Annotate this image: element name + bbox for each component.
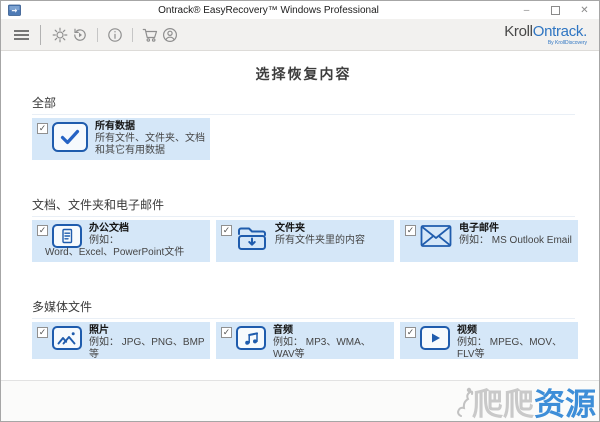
checkbox[interactable]: ✓	[37, 123, 48, 134]
card-email[interactable]: ✓ 电子邮件 例如： MS Outlook Email	[400, 220, 578, 262]
logo-ontrack: Ontrack.	[533, 23, 587, 40]
card-title: 办公文档	[89, 223, 184, 235]
main-content: 选择恢复内容 全部 ✓ 所有数据 所有文件、文件夹、文档和其它有用数据	[1, 64, 599, 359]
footer: 爬爬 资源	[1, 380, 599, 421]
audio-icon	[236, 326, 266, 350]
card-row: ✓ 办公文档 例如： Word、Excel、PowerPoint文件	[32, 220, 575, 262]
card-title: 文件夹	[275, 223, 365, 235]
logo-text: KrollOntrack.	[504, 23, 587, 40]
app-icon	[8, 4, 21, 16]
card-row: ✓ 所有数据 所有文件、文件夹、文档和其它有用数据	[32, 118, 575, 160]
kroll-ontrack-logo: KrollOntrack. By KrollDiscovery	[504, 24, 587, 46]
card-folders[interactable]: ✓ 文件夹 所有文件夹里的内容	[216, 220, 394, 262]
checkbox[interactable]: ✓	[221, 225, 232, 236]
card-all-data[interactable]: ✓ 所有数据 所有文件、文件夹、文档和其它有用数据	[32, 118, 210, 160]
checkbox[interactable]: ✓	[405, 225, 416, 236]
toolbar-divider	[40, 25, 41, 45]
card-video[interactable]: ✓ 视频 例如： MPEG、MOV、FLV等	[400, 322, 578, 359]
minimize-button[interactable]: –	[512, 1, 541, 19]
card-desc: 例如： MPEG、MOV、FLV等	[457, 337, 573, 361]
page-title: 选择恢复内容	[32, 64, 575, 84]
card-title: 视频	[457, 325, 573, 337]
window-controls: – ✕	[512, 1, 599, 19]
section-label: 多媒体文件	[32, 298, 575, 319]
section-multimedia: 多媒体文件 ✓ 照片 例如： JPG、PNG、BMP等	[32, 298, 575, 359]
card-photos[interactable]: ✓ 照片 例如： JPG、PNG、BMP等	[32, 322, 210, 359]
logo-tagline: By KrollDiscovery	[504, 41, 587, 46]
card-desc-examples: Word、Excel、PowerPoint文件	[45, 247, 184, 259]
logo-kroll: Kroll	[504, 23, 533, 40]
toolbar-divider	[97, 28, 98, 42]
toolbar: KrollOntrack. By KrollDiscovery	[1, 19, 599, 51]
video-icon	[420, 326, 450, 350]
checkbox[interactable]: ✓	[221, 327, 232, 338]
maximize-icon	[551, 6, 560, 15]
toolbar-divider	[132, 28, 133, 42]
card-title: 电子邮件	[459, 223, 572, 235]
watermark-blue-text: 资源	[534, 389, 596, 420]
card-audio[interactable]: ✓ 音频 例如： MP3、WMA、WAV等	[216, 322, 394, 359]
folder-icon	[236, 224, 268, 251]
card-desc: 例如： MP3、WMA、WAV等	[273, 337, 389, 361]
photo-icon	[52, 326, 82, 350]
email-icon	[420, 224, 452, 248]
account-icon[interactable]	[160, 25, 180, 45]
settings-icon[interactable]	[50, 25, 70, 45]
section-label: 全部	[32, 94, 575, 115]
info-icon[interactable]	[105, 25, 125, 45]
card-desc: 所有文件夹里的内容	[275, 235, 365, 247]
title-bar: Ontrack® EasyRecovery™ Windows Professio…	[1, 1, 599, 19]
card-row: ✓ 照片 例如： JPG、PNG、BMP等 ✓	[32, 322, 575, 359]
card-title: 所有数据	[95, 121, 205, 133]
window-title: Ontrack® EasyRecovery™ Windows Professio…	[25, 5, 512, 16]
card-desc: 所有文件、文件夹、文档和其它有用数据	[95, 133, 205, 157]
papa-resources-watermark: 爬爬 资源	[456, 386, 596, 420]
maximize-button[interactable]	[541, 1, 570, 19]
cart-icon[interactable]	[140, 25, 160, 45]
section-documents: 文档、文件夹和电子邮件 ✓ 办公文档 例如： Word、Excel、PowerP…	[32, 196, 575, 262]
watermark-gray-text: 爬爬	[472, 389, 534, 420]
history-icon[interactable]	[70, 25, 90, 45]
all-data-icon	[52, 122, 88, 152]
close-button[interactable]: ✕	[570, 1, 599, 19]
card-title: 照片	[89, 325, 205, 337]
section-all: 全部 ✓ 所有数据 所有文件、文件夹、文档和其它有用数据	[32, 94, 575, 160]
checkbox[interactable]: ✓	[37, 327, 48, 338]
menu-icon[interactable]	[11, 25, 31, 45]
card-desc: 例如：	[89, 235, 184, 247]
card-office-docs[interactable]: ✓ 办公文档 例如： Word、Excel、PowerPoint文件	[32, 220, 210, 262]
section-label: 文档、文件夹和电子邮件	[32, 196, 575, 217]
card-title: 音频	[273, 325, 389, 337]
checkbox[interactable]: ✓	[405, 327, 416, 338]
office-doc-icon	[52, 224, 82, 248]
card-desc: 例如： MS Outlook Email	[459, 235, 572, 247]
checkbox[interactable]: ✓	[37, 225, 48, 236]
card-desc: 例如： JPG、PNG、BMP等	[89, 337, 205, 361]
